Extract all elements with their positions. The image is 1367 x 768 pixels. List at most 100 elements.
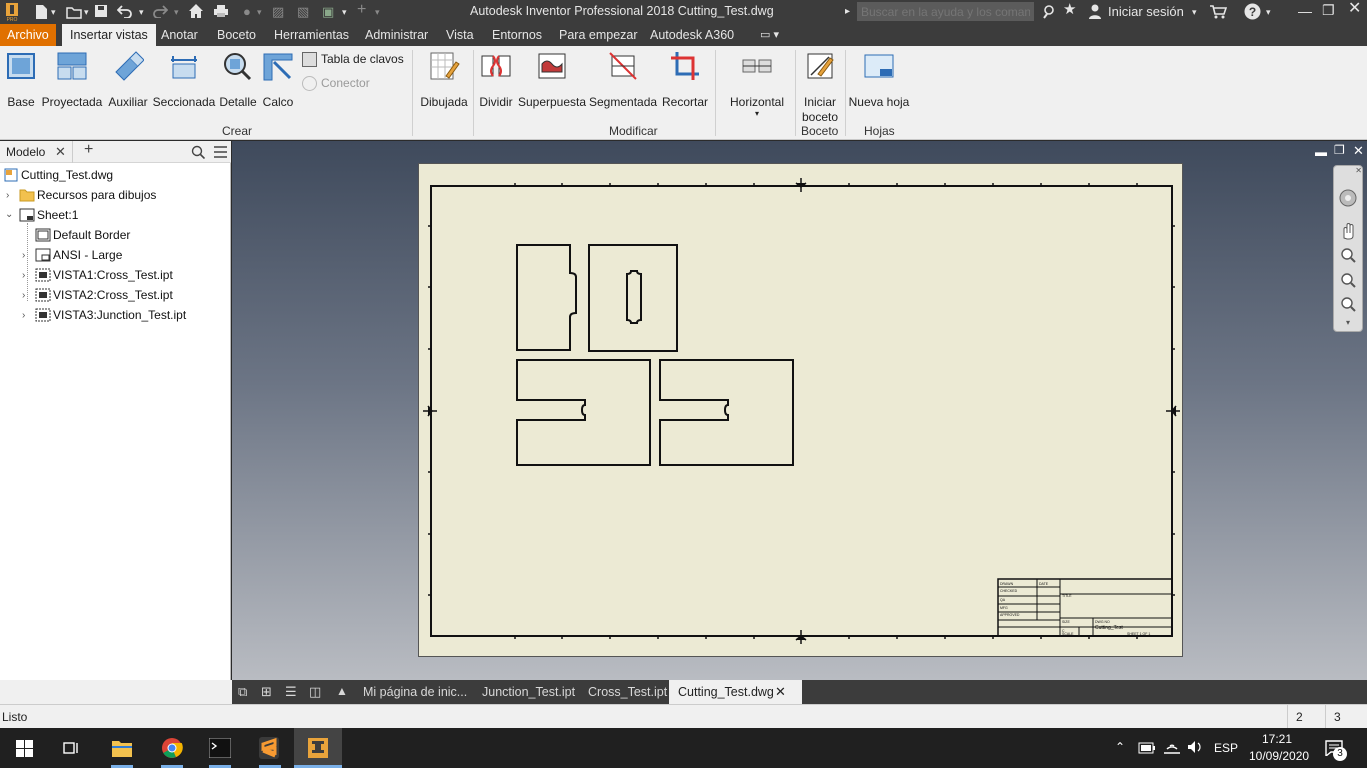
chevron-up-icon[interactable]: ▲: [336, 684, 348, 698]
pan-hand-icon[interactable]: [1339, 222, 1357, 240]
menu-insertar-vistas[interactable]: Insertar vistas: [62, 24, 156, 46]
tree-item-sheet[interactable]: Sheet:1: [37, 208, 78, 222]
auxiliary-view-button[interactable]: Auxiliar: [106, 50, 150, 110]
menu-anotar[interactable]: Anotar: [153, 24, 206, 46]
tree-item-vista3[interactable]: VISTA3:Junction_Test.ipt: [53, 308, 186, 322]
tree-item-ansi-large[interactable]: ANSI - Large: [53, 248, 122, 262]
chevron-down-icon[interactable]: ▾: [375, 4, 380, 20]
tree-item-drawing[interactable]: Cutting_Test.dwg: [21, 168, 113, 182]
chevron-down-icon[interactable]: ▾: [1334, 318, 1362, 327]
network-icon[interactable]: [1163, 740, 1181, 754]
tree-item-vista1[interactable]: VISTA1:Cross_Test.ipt: [53, 268, 173, 282]
chevron-down-icon[interactable]: ▾: [1266, 4, 1271, 20]
star-icon[interactable]: ★: [1063, 2, 1076, 18]
plus-icon[interactable]: +: [357, 2, 366, 18]
export-icon[interactable]: ▣: [322, 4, 334, 20]
chevron-right-icon[interactable]: ›: [22, 310, 25, 321]
close-tab-icon[interactable]: ✕: [55, 144, 66, 160]
save-icon[interactable]: [94, 4, 108, 18]
menu-archivo[interactable]: Archivo: [0, 24, 56, 46]
signin-link[interactable]: Iniciar sesión: [1108, 4, 1184, 20]
close-doc-icon[interactable]: ✕: [1353, 143, 1364, 159]
new-icon[interactable]: [34, 4, 48, 20]
undo-icon[interactable]: [117, 4, 133, 18]
new-sheet-button[interactable]: Nueva hoja: [847, 50, 911, 110]
zoom-icon[interactable]: [1339, 246, 1357, 264]
home-icon[interactable]: [188, 3, 204, 19]
chevron-right-icon[interactable]: ›: [22, 270, 25, 281]
slice-button[interactable]: Segmentada: [589, 50, 657, 110]
close-nav-icon[interactable]: ✕: [1334, 166, 1362, 175]
inventor-pro-logo[interactable]: PRO: [4, 2, 20, 22]
windows-start-icon[interactable]: [16, 740, 33, 757]
cascade-icon[interactable]: ⧉: [238, 684, 247, 700]
minimize-doc-icon[interactable]: ▬: [1315, 145, 1327, 159]
base-view-button[interactable]: Base: [3, 50, 39, 110]
clock-date[interactable]: 10/09/2020: [1249, 749, 1309, 763]
chevron-right-icon[interactable]: ›: [22, 290, 25, 301]
nailboard-button[interactable]: Tabla de clavos: [302, 52, 404, 68]
ribbon-display-icon[interactable]: ▭ ▾: [752, 24, 787, 46]
close-icon[interactable]: ✕: [775, 680, 786, 704]
chevron-down-icon[interactable]: ▾: [342, 4, 347, 20]
tab-cross-test[interactable]: Cross_Test.ipt: [579, 680, 676, 704]
draft-view-button[interactable]: Dibujada: [418, 50, 470, 110]
clear-icon[interactable]: ▧: [297, 4, 309, 20]
tree-item-vista2[interactable]: VISTA2:Cross_Test.ipt: [53, 288, 173, 302]
chrome-icon[interactable]: [161, 737, 183, 759]
chevron-down-icon[interactable]: ⌄: [5, 209, 13, 220]
language-indicator[interactable]: ESP: [1214, 741, 1238, 755]
chevron-right-icon[interactable]: ›: [6, 190, 9, 201]
add-tab-icon[interactable]: +: [84, 141, 93, 159]
chevron-down-icon[interactable]: ▾: [84, 4, 89, 20]
horizontal-button[interactable]: Horizontal ▾: [725, 50, 789, 118]
overlay-view-button[interactable]: Calco: [260, 50, 296, 110]
tab-cutting-test[interactable]: Cutting_Test.dwg ✕: [669, 680, 802, 704]
menu-icon[interactable]: [214, 146, 227, 158]
menu-para-empezar[interactable]: Para empezar: [551, 24, 646, 46]
steering-wheel-icon[interactable]: [1338, 188, 1358, 208]
task-view-icon[interactable]: [62, 740, 80, 756]
close-window-icon[interactable]: ✕: [1348, 1, 1361, 17]
cart-icon[interactable]: [1209, 5, 1227, 19]
help-search-input[interactable]: [857, 2, 1034, 21]
menu-boceto[interactable]: Boceto: [209, 24, 264, 46]
zoom-all-icon[interactable]: [1339, 295, 1357, 313]
drawing-sheet[interactable]: DRAWN DATE CHECKED QA MFG APPROVED TITLE SI…: [418, 163, 1183, 657]
menu-vista[interactable]: Vista: [438, 24, 482, 46]
projected-view-button[interactable]: Proyectada: [40, 50, 104, 110]
restore-doc-icon[interactable]: ❐: [1334, 143, 1345, 157]
connector-button[interactable]: Conector: [302, 76, 370, 92]
menu-herramientas[interactable]: Herramientas: [266, 24, 357, 46]
tree-item-resources[interactable]: Recursos para dibujos: [37, 188, 156, 202]
tile-icon[interactable]: ⊞: [261, 684, 272, 700]
help-icon[interactable]: ?: [1244, 3, 1261, 20]
tile-vertical-icon[interactable]: ◫: [309, 684, 321, 700]
sublime-text-icon[interactable]: [259, 737, 279, 759]
tree-item-default-border[interactable]: Default Border: [53, 228, 130, 242]
chevron-down-icon[interactable]: ▾: [139, 4, 144, 20]
tab-junction-test[interactable]: Junction_Test.ipt: [473, 680, 584, 704]
tile-horizontal-icon[interactable]: ☰: [285, 684, 297, 700]
search-icon[interactable]: [1042, 4, 1056, 20]
restore-window-icon[interactable]: ❐: [1322, 2, 1335, 18]
file-explorer-icon[interactable]: [111, 738, 133, 758]
chevron-down-icon[interactable]: ▾: [51, 4, 56, 20]
search-icon[interactable]: [191, 145, 205, 159]
break-button[interactable]: Dividir: [477, 50, 515, 110]
chevron-down-icon[interactable]: ▾: [1192, 4, 1197, 20]
menu-entornos[interactable]: Entornos: [484, 24, 550, 46]
user-icon[interactable]: [1088, 4, 1102, 19]
chevron-down-icon[interactable]: ▾: [257, 4, 262, 20]
chevron-up-icon[interactable]: ⌃: [1115, 740, 1125, 754]
menu-administrar[interactable]: Administrar: [357, 24, 436, 46]
appearance-icon[interactable]: ▨: [272, 4, 284, 20]
chevron-right-icon[interactable]: ›: [22, 250, 25, 261]
terminal-icon[interactable]: [209, 738, 231, 758]
crop-button[interactable]: Recortar: [659, 50, 711, 110]
tab-modelo[interactable]: Modelo: [6, 145, 45, 159]
minimize-window-icon[interactable]: —: [1298, 3, 1312, 19]
inventor-app-icon[interactable]: [306, 736, 330, 760]
detail-view-button[interactable]: Detalle: [218, 50, 258, 110]
material-icon[interactable]: ●: [243, 4, 251, 20]
